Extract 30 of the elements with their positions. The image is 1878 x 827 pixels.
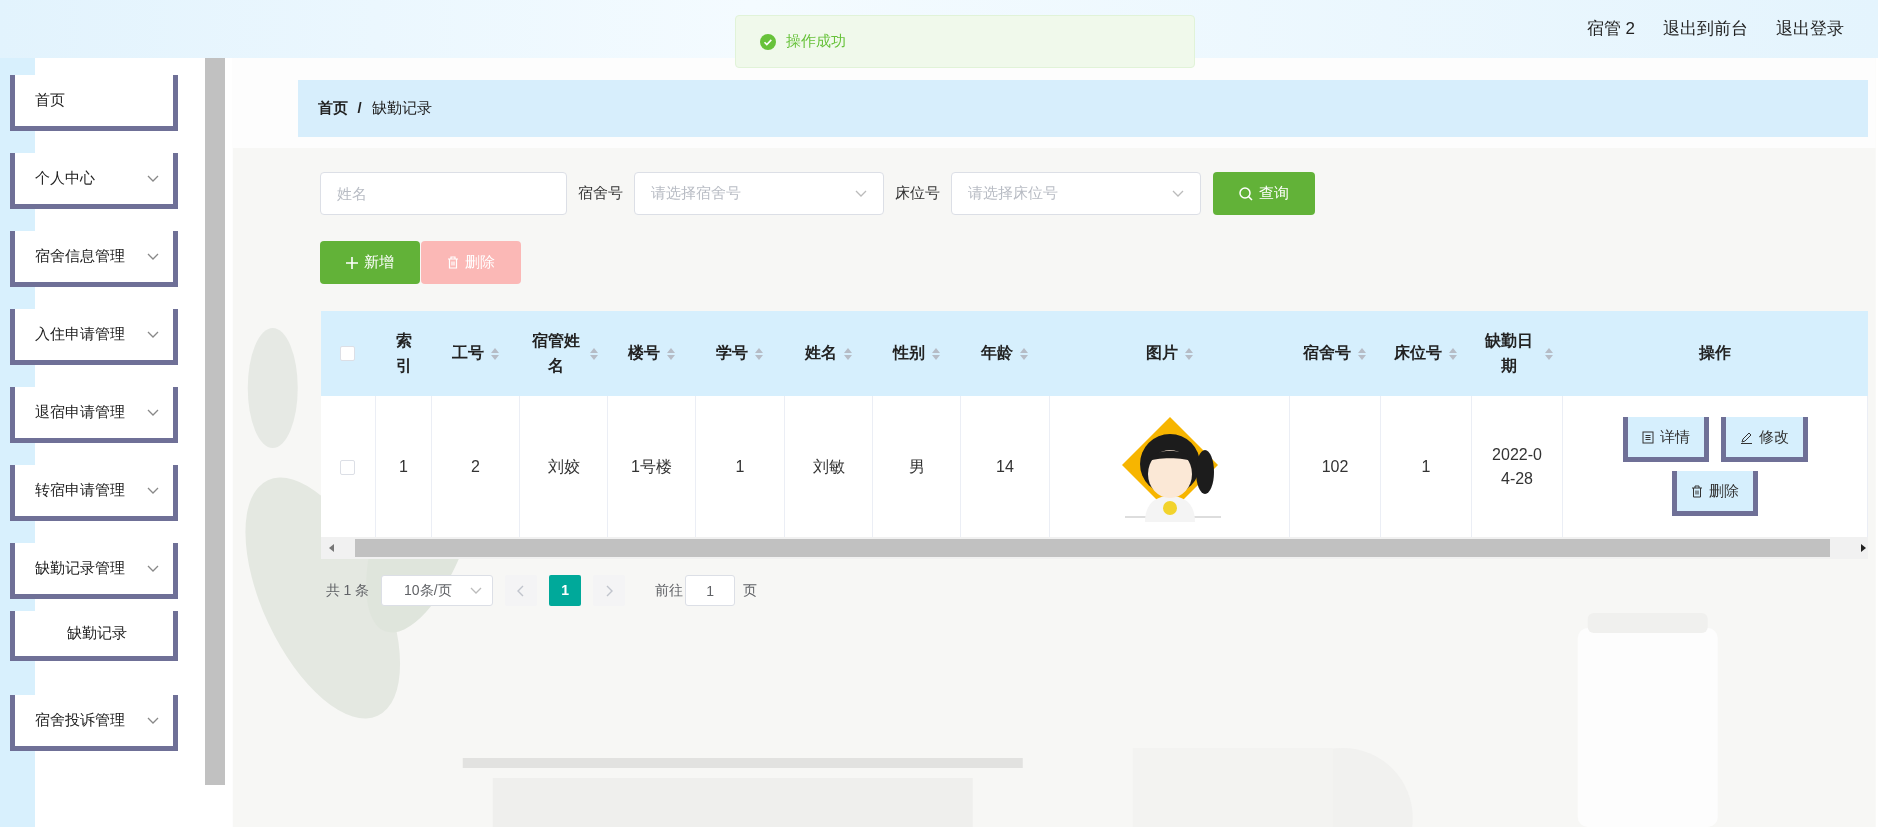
sidebar-item[interactable]: 转宿申请管理 [10, 465, 178, 521]
chevron-down-icon [147, 174, 159, 183]
sidebar-item[interactable]: 宿舍信息管理 [10, 231, 178, 287]
menu-label: 宿舍投诉管理 [35, 710, 125, 731]
user-name: 宿管 2 [1586, 18, 1635, 41]
menu-label: 退宿申请管理 [35, 402, 125, 423]
chevron-down-icon [147, 716, 159, 725]
header-link[interactable]: 退出登录 [1776, 16, 1844, 42]
menu-label: 入住申请管理 [35, 324, 125, 345]
sidebar-item[interactable]: 缺勤记录管理 [10, 543, 178, 599]
sidebar-item[interactable]: 个人中心 [10, 153, 178, 209]
menu-label: 首页 [35, 90, 65, 111]
chevron-down-icon [147, 330, 159, 339]
scrollbar[interactable] [204, 58, 225, 785]
toast-message: 操作成功 [786, 31, 846, 52]
menu-label: 缺勤记录管理 [35, 558, 125, 579]
sidebar-item[interactable]: 入住申请管理 [10, 309, 178, 365]
chevron-down-icon [147, 252, 159, 261]
menu-label: 转宿申请管理 [35, 480, 125, 501]
sidebar-item[interactable]: 宿舍投诉管理 [10, 695, 178, 751]
header-link[interactable]: 退出到前台 [1663, 16, 1748, 42]
chevron-down-icon [147, 486, 159, 495]
sidebar-item[interactable]: 首页 [10, 75, 178, 131]
chevron-down-icon [147, 408, 159, 417]
sidebar-item[interactable]: 退宿申请管理 [10, 387, 178, 443]
menu-label: 个人中心 [35, 168, 95, 189]
submenu-item[interactable]: 缺勤记录 [10, 611, 178, 661]
menu-label: 宿舍信息管理 [35, 246, 125, 267]
check-circle-icon [760, 33, 776, 50]
chevron-down-icon [147, 564, 159, 573]
